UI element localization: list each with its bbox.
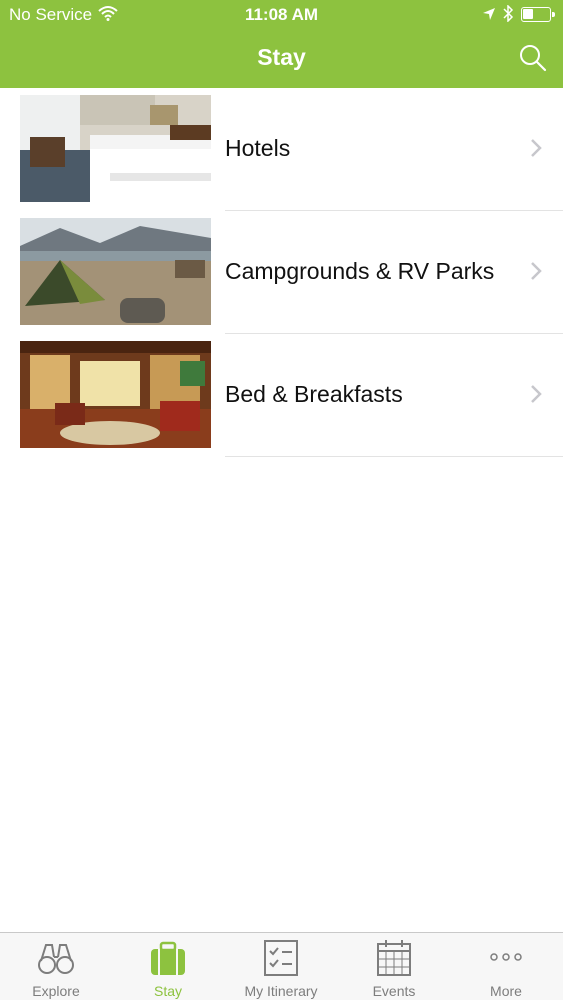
tab-bar: Explore Stay My Itinerary Events More bbox=[0, 932, 563, 1000]
hotel-room-photo bbox=[20, 95, 211, 202]
list-item-label: Bed & Breakfasts bbox=[225, 381, 403, 407]
tab-label: Stay bbox=[153, 983, 182, 999]
list-item-campgrounds[interactable]: Campgrounds & RV Parks bbox=[0, 211, 563, 334]
battery-icon bbox=[521, 7, 555, 22]
checklist-icon bbox=[261, 939, 301, 977]
tab-my-itinerary[interactable]: My Itinerary bbox=[225, 933, 337, 1000]
list-item-label: Campgrounds & RV Parks bbox=[225, 258, 495, 284]
tab-label: Events bbox=[372, 983, 416, 999]
calendar-icon bbox=[374, 939, 414, 977]
tab-label: More bbox=[490, 983, 522, 999]
location-arrow-icon bbox=[482, 6, 496, 26]
chevron-right-icon bbox=[528, 261, 544, 281]
tab-explore[interactable]: Explore bbox=[0, 933, 112, 1000]
list-item-bed-breakfasts[interactable]: Bed & Breakfasts bbox=[0, 334, 563, 457]
victorian-parlor-photo bbox=[20, 341, 211, 448]
more-dots-icon bbox=[486, 939, 526, 977]
suitcase-icon bbox=[148, 939, 188, 977]
tab-label: My Itinerary bbox=[244, 983, 318, 999]
bluetooth-icon bbox=[502, 4, 514, 27]
chevron-right-icon bbox=[528, 138, 544, 158]
list-item-label: Hotels bbox=[225, 135, 291, 161]
tab-stay[interactable]: Stay bbox=[112, 933, 224, 1000]
clock: 11:08 AM bbox=[244, 5, 319, 24]
divider bbox=[225, 456, 563, 457]
status-bar: No Service 11:08 AM bbox=[0, 0, 563, 30]
tab-more[interactable]: More bbox=[450, 933, 562, 1000]
nav-bar: No Service 11:08 AM Stay bbox=[0, 0, 563, 88]
campground-tent-photo bbox=[20, 218, 211, 325]
list-item-hotels[interactable]: Hotels bbox=[0, 88, 563, 211]
binoculars-icon bbox=[36, 939, 76, 977]
chevron-right-icon bbox=[528, 384, 544, 404]
page-title: Stay bbox=[257, 44, 306, 70]
tab-label: Explore bbox=[32, 983, 80, 999]
tab-events[interactable]: Events bbox=[338, 933, 450, 1000]
search-icon[interactable] bbox=[519, 44, 547, 72]
category-list: Hotels Campgrounds & RV Parks Bed & Brea… bbox=[0, 88, 563, 457]
